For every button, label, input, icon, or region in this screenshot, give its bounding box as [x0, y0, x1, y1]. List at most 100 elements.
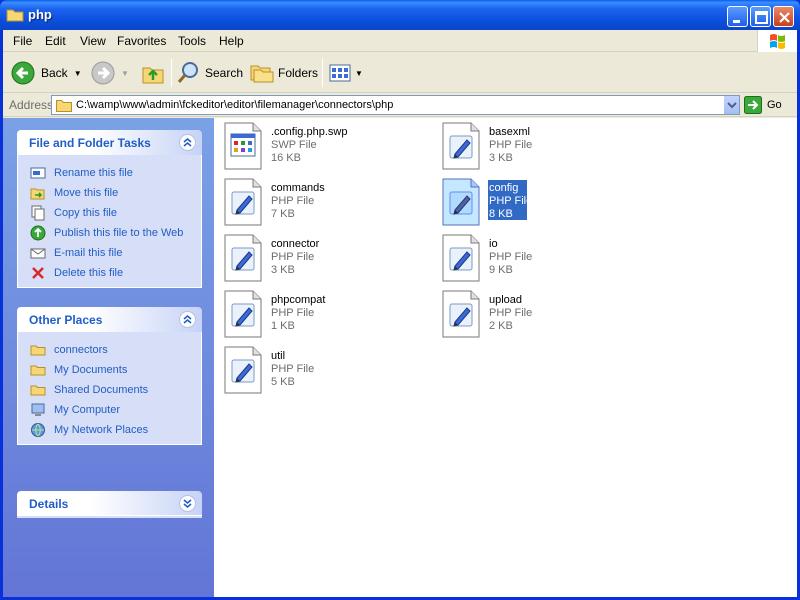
- task-delete[interactable]: Delete this file: [18, 263, 201, 283]
- up-folder-button[interactable]: [141, 59, 165, 87]
- place-my-computer[interactable]: My Computer: [18, 400, 201, 420]
- menu-help[interactable]: Help: [219, 34, 244, 48]
- file-item[interactable]: .config.php.swp SWP File 16 KB: [223, 122, 433, 172]
- views-dropdown-icon[interactable]: ▼: [355, 69, 363, 78]
- file-size: 9 KB: [489, 264, 513, 276]
- panel-header[interactable]: Details: [17, 491, 202, 516]
- panel-header[interactable]: Other Places: [17, 307, 202, 332]
- place-label: My Documents: [54, 364, 128, 376]
- close-icon: [779, 12, 790, 23]
- other-places-panel: Other Places connectors My Documents Sha…: [17, 307, 202, 445]
- place-shared-documents[interactable]: Shared Documents: [18, 380, 201, 400]
- task-label: Move this file: [54, 187, 119, 199]
- up-folder-icon: [142, 67, 164, 84]
- back-label: Back: [41, 66, 68, 80]
- place-label: Shared Documents: [54, 384, 149, 396]
- task-email[interactable]: E-mail this file: [18, 243, 201, 263]
- panel-footer: [17, 516, 202, 518]
- search-icon: [177, 62, 198, 83]
- file-item[interactable]: upload PHP File 2 KB: [441, 290, 651, 340]
- back-arrow-icon: [11, 61, 35, 85]
- title-bar[interactable]: php: [0, 0, 800, 30]
- windows-logo: [757, 30, 797, 52]
- file-item[interactable]: commands PHP File 7 KB: [223, 178, 433, 228]
- views-button[interactable]: ▼: [328, 59, 363, 87]
- chevron-down-icon: [183, 499, 192, 509]
- task-rename[interactable]: Rename this file: [18, 163, 201, 183]
- file-name: io: [489, 238, 498, 250]
- close-button[interactable]: [773, 6, 794, 27]
- email-icon: [30, 248, 46, 259]
- swp-file-icon: [224, 122, 262, 170]
- task-copy[interactable]: Copy this file: [18, 203, 201, 223]
- place-network[interactable]: My Network Places: [18, 420, 201, 440]
- address-path: C:\wamp\www\admin\fckeditor\editor\filem…: [76, 99, 394, 111]
- back-dropdown-icon[interactable]: ▼: [74, 69, 82, 78]
- collapse-button[interactable]: [179, 311, 196, 328]
- chevron-up-icon: [183, 137, 192, 147]
- file-item[interactable]: phpcompat PHP File 1 KB: [223, 290, 433, 340]
- place-my-documents[interactable]: My Documents: [18, 360, 201, 380]
- address-dropdown-button[interactable]: [723, 96, 739, 114]
- folder-icon: [30, 385, 46, 396]
- expand-button[interactable]: [179, 495, 196, 512]
- panel-body: Rename this file Move this file Copy thi…: [17, 155, 202, 288]
- forward-arrow-icon: [91, 61, 115, 85]
- collapse-button[interactable]: [179, 134, 196, 151]
- file-item[interactable]: io PHP File 9 KB: [441, 234, 651, 284]
- search-label: Search: [205, 66, 244, 80]
- details-panel: Details: [17, 491, 202, 518]
- go-label: Go: [767, 99, 782, 111]
- php-file-icon: [442, 234, 480, 282]
- menu-favorites[interactable]: Favorites: [117, 34, 166, 48]
- maximize-icon: [755, 11, 768, 24]
- file-size: 16 KB: [271, 152, 301, 164]
- window-frame: File Edit View Favorites Tools Help Back…: [3, 30, 797, 597]
- computer-icon: [31, 403, 45, 416]
- menu-file[interactable]: File: [13, 34, 32, 48]
- place-connectors[interactable]: connectors: [18, 340, 201, 360]
- address-input[interactable]: C:\wamp\www\admin\fckeditor\editor\filem…: [51, 95, 740, 115]
- menu-view[interactable]: View: [80, 34, 106, 48]
- menu-edit[interactable]: Edit: [45, 34, 66, 48]
- forward-button[interactable]: ▼: [91, 59, 129, 87]
- file-name: phpcompat: [271, 294, 326, 306]
- file-size: 3 KB: [271, 264, 295, 276]
- toolbar: Back ▼ ▼ Search Folders ▼: [3, 53, 797, 93]
- task-publish[interactable]: Publish this file to the Web: [18, 223, 201, 243]
- file-item[interactable]: connector PHP File 3 KB: [223, 234, 433, 284]
- minimize-button[interactable]: [727, 6, 748, 27]
- go-button[interactable]: Go: [744, 96, 782, 114]
- address-bar: Address C:\wamp\www\admin\fckeditor\edit…: [3, 94, 797, 117]
- network-icon: [31, 423, 45, 437]
- folders-icon: [250, 65, 274, 83]
- maximize-button[interactable]: [750, 6, 771, 27]
- file-item[interactable]: config PHP File 8 KB: [441, 178, 651, 228]
- search-button[interactable]: Search: [177, 59, 243, 87]
- panel-title: Other Places: [29, 313, 103, 327]
- chevron-up-icon: [183, 314, 192, 324]
- panel-title: Details: [29, 497, 69, 511]
- php-file-icon: [224, 290, 262, 338]
- task-move[interactable]: Move this file: [18, 183, 201, 203]
- place-label: My Network Places: [54, 424, 149, 436]
- folder-icon: [30, 345, 46, 356]
- file-type: PHP File: [271, 307, 315, 319]
- publish-icon: [30, 225, 46, 241]
- file-name: .config.php.swp: [271, 126, 348, 138]
- file-type: PHP File: [489, 307, 533, 319]
- menu-tools[interactable]: Tools: [178, 34, 206, 48]
- folders-label: Folders: [278, 66, 319, 80]
- file-type: PHP File: [489, 139, 533, 151]
- back-button[interactable]: Back ▼: [11, 59, 82, 87]
- file-size: 3 KB: [489, 152, 513, 164]
- forward-dropdown-icon[interactable]: ▼: [121, 69, 129, 78]
- place-label: connectors: [54, 344, 108, 356]
- file-type: PHP File: [271, 195, 315, 207]
- panel-header[interactable]: File and Folder Tasks: [17, 130, 202, 155]
- chevron-down-icon: [727, 102, 737, 109]
- file-item[interactable]: util PHP File 5 KB: [223, 346, 433, 396]
- file-item[interactable]: basexml PHP File 3 KB: [441, 122, 651, 172]
- file-size: 8 KB: [489, 208, 513, 220]
- folders-button[interactable]: Folders: [250, 59, 318, 87]
